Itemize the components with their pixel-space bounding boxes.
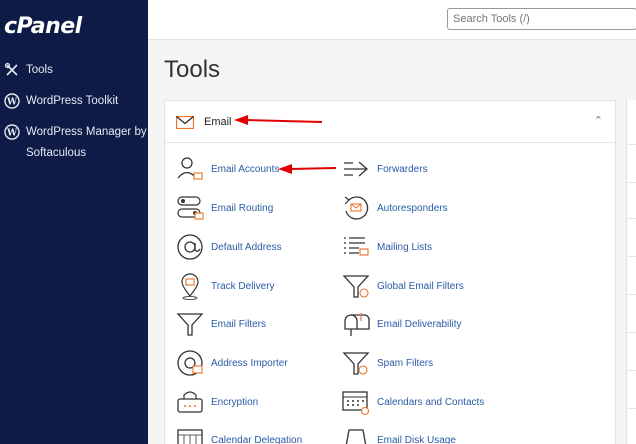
calendar-delegation-icon [177, 429, 203, 444]
at-sign-icon [177, 234, 203, 260]
tool-label: Autoresponders [377, 202, 448, 214]
tool-label: Encryption [211, 396, 259, 408]
sidebar-item-label: Tools [26, 64, 53, 76]
forwarders-icon [344, 161, 368, 177]
tool-track-delivery[interactable]: Track Delivery [175, 271, 275, 301]
tool-forwarders[interactable]: Forwarders [341, 154, 428, 184]
tool-label: Calendars and Contacts [377, 396, 485, 408]
panel-title: Email [204, 116, 232, 128]
envelope-icon [176, 116, 194, 129]
wordpress-icon: W [4, 93, 20, 109]
tool-spam-filters[interactable]: Spam Filters [341, 348, 433, 378]
spam-filter-icon [342, 352, 370, 375]
search-input[interactable] [447, 8, 636, 30]
tool-mailing-lists[interactable]: Mailing Lists [341, 232, 432, 262]
email-routing-icon [177, 196, 204, 220]
annotation-arrow [278, 164, 337, 174]
tool-autoresponders[interactable]: Autoresponders [341, 193, 448, 223]
email-panel: Email ⌃ Email Accounts Email Routing Def… [164, 100, 616, 444]
mailing-lists-icon [344, 237, 369, 256]
filter-icon [176, 313, 204, 336]
tool-label: Email Accounts [211, 163, 280, 175]
sidebar: cPanel Tools W WordPress Toolkit W WordP… [0, 0, 148, 444]
tool-default-address[interactable]: Default Address [175, 232, 282, 262]
sidebar-item-label: WordPress Toolkit [26, 95, 119, 107]
tool-label: Track Delivery [211, 280, 275, 292]
tool-label: Global Email Filters [377, 280, 464, 292]
sidebar-item-tools[interactable]: Tools [4, 60, 156, 81]
tool-email-deliverability[interactable]: Email Deliverability [341, 309, 461, 339]
disk-usage-icon [345, 429, 367, 444]
tool-label: Email Routing [211, 202, 274, 214]
tool-email-filters[interactable]: Email Filters [175, 309, 266, 339]
chevron-up-icon[interactable]: ⌃ [594, 114, 603, 127]
tool-label: Email Deliverability [377, 318, 462, 330]
tool-calendar-delegation[interactable]: Calendar Delegation [175, 425, 302, 444]
calendar-icon [342, 391, 370, 416]
tool-label: Calendar Delegation [211, 434, 303, 444]
encryption-icon [177, 391, 203, 413]
tool-email-routing[interactable]: Email Routing [175, 193, 273, 223]
sidebar-item-wordpress-toolkit[interactable]: W WordPress Toolkit [4, 91, 156, 112]
tool-global-email-filters[interactable]: Global Email Filters [341, 271, 464, 301]
tool-label: Email Filters [211, 318, 267, 330]
tool-calendars-and-contacts[interactable]: Calendars and Contacts [341, 387, 484, 417]
tool-label: Email Disk Usage [377, 434, 456, 444]
tool-encryption[interactable]: Encryption [175, 387, 258, 417]
annotation-arrow [234, 115, 323, 125]
address-importer-icon [177, 350, 203, 376]
tool-label: Forwarders [377, 163, 428, 175]
tool-label: Address Importer [211, 357, 288, 369]
tool-label: Mailing Lists [377, 241, 433, 253]
global-filter-icon [342, 275, 370, 298]
top-bar [148, 0, 636, 40]
tool-email-disk-usage[interactable]: Email Disk Usage [341, 425, 456, 444]
tool-label: Default Address [211, 241, 282, 253]
page-title: Tools [164, 56, 221, 83]
autoresponders-icon [344, 196, 369, 220]
sidebar-item-label: WordPress Manager by Softaculous [26, 126, 147, 159]
email-accounts-icon [177, 157, 203, 180]
tool-address-importer[interactable]: Address Importer [175, 348, 288, 378]
track-delivery-icon [181, 273, 199, 300]
sidebar-item-wordpress-manager[interactable]: W WordPress Manager by Softaculous [4, 122, 156, 164]
svg-text:W: W [6, 129, 18, 139]
mailbox-icon [344, 313, 370, 336]
svg-text:W: W [6, 98, 18, 108]
tool-email-accounts[interactable]: Email Accounts [175, 154, 279, 184]
right-panel-edge [626, 100, 636, 444]
wordpress-icon: W [4, 124, 20, 140]
tools-icon [4, 62, 18, 76]
tool-label: Spam Filters [377, 357, 434, 369]
cpanel-logo[interactable]: cPanel [4, 14, 82, 39]
